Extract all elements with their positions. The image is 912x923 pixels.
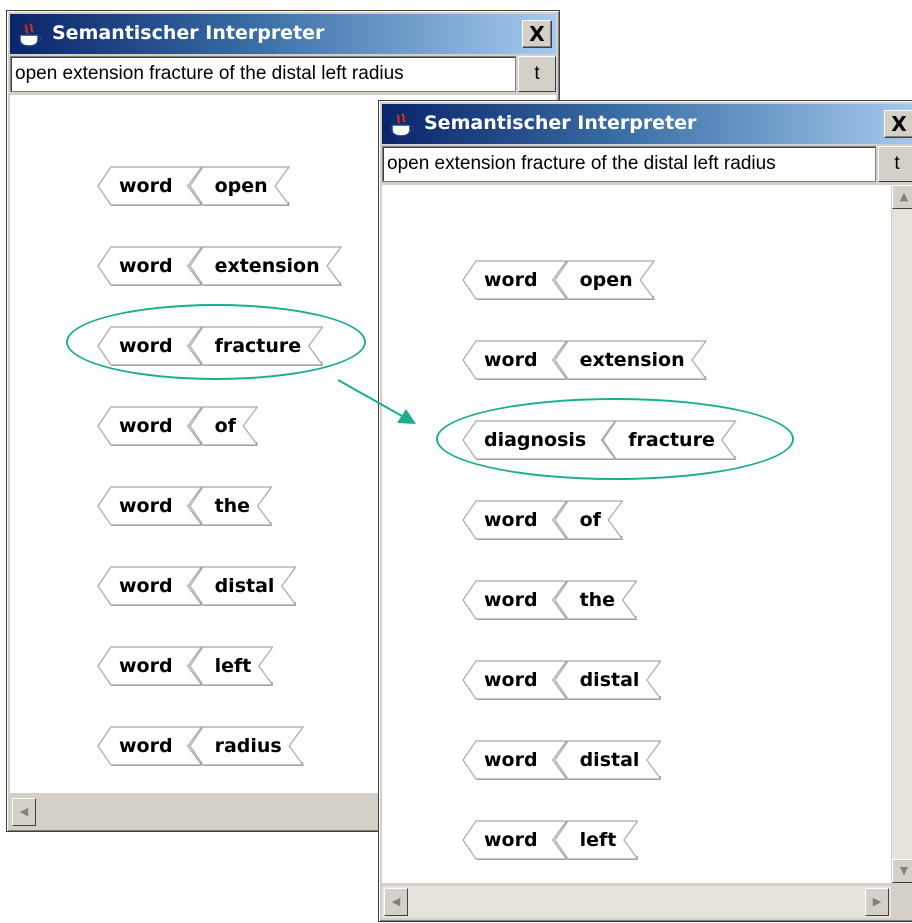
transformation-arrow [337, 379, 416, 424]
